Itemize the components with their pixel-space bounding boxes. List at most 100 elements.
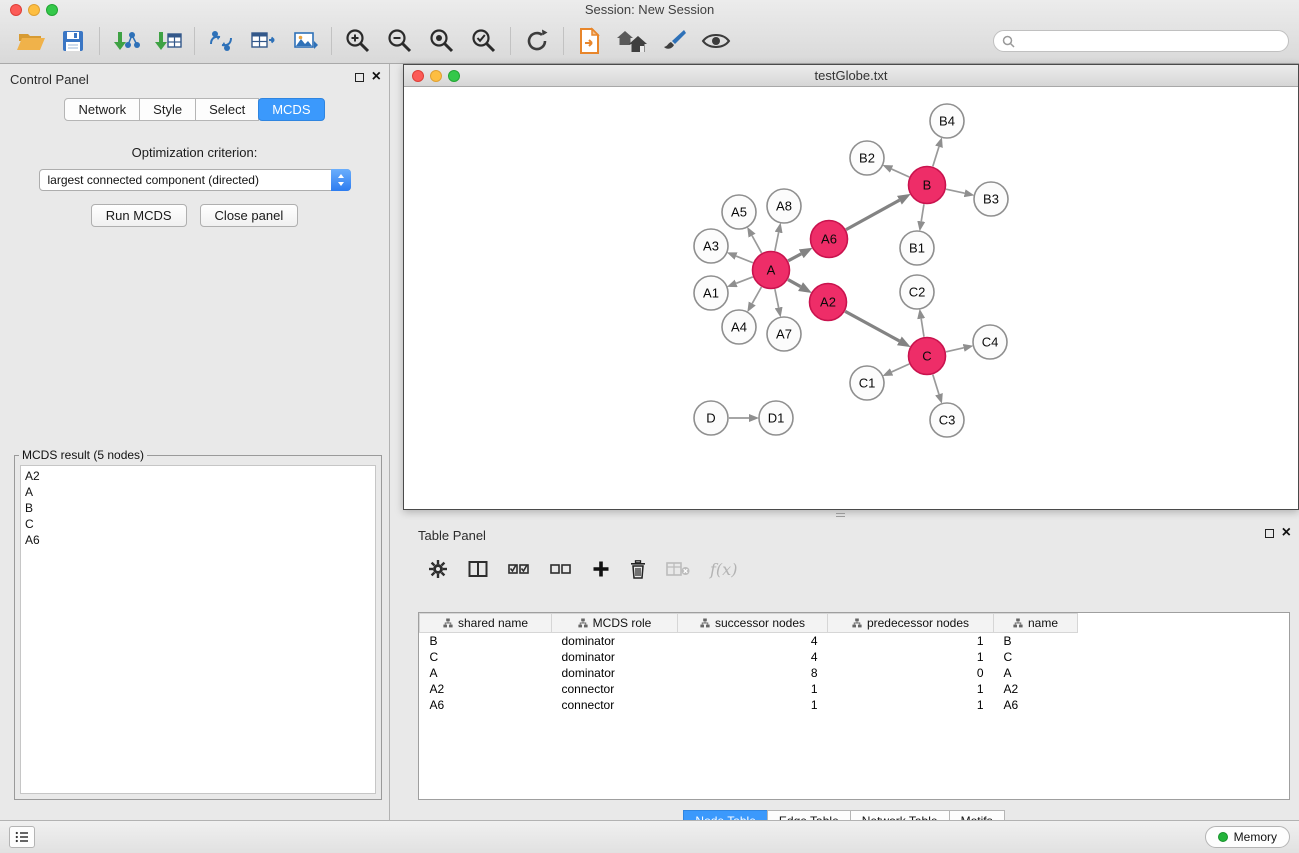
table-cell[interactable]: dominator (552, 633, 678, 649)
criterion-dropdown[interactable]: largest connected component (directed) (39, 169, 351, 191)
search-field[interactable] (993, 30, 1289, 52)
show-columns-button[interactable] (468, 560, 488, 578)
network-zoom-button[interactable] (448, 70, 460, 82)
network-svg[interactable]: B4B2BB3A5A8A6A3B1AC2A1A2A4A7C4CC1C3DD1 (404, 87, 1298, 509)
network-node-A4[interactable]: A4 (722, 310, 756, 344)
table-row[interactable]: Bdominator41B (420, 633, 1078, 649)
result-item[interactable]: C (25, 516, 371, 532)
network-edge[interactable] (775, 289, 779, 307)
first-neighbors-button[interactable] (611, 23, 653, 59)
table-settings-button[interactable] (428, 559, 448, 579)
result-item[interactable]: A6 (25, 532, 371, 548)
table-cell[interactable]: 8 (678, 665, 828, 681)
network-node-C3[interactable]: C3 (930, 403, 964, 437)
table-cell[interactable]: 4 (678, 633, 828, 649)
table-cell[interactable]: 1 (828, 681, 994, 697)
zoom-selected-button[interactable] (463, 23, 505, 59)
table-cell[interactable]: C (994, 649, 1078, 665)
network-node-D1[interactable]: D1 (759, 401, 793, 435)
network-view-window[interactable]: testGlobe.txt B4B2BB3A5A8A6A3B1AC2A1A2A4… (403, 64, 1299, 510)
network-node-B4[interactable]: B4 (930, 104, 964, 138)
network-node-C1[interactable]: C1 (850, 366, 884, 400)
import-network-file-button[interactable] (105, 23, 147, 59)
table-cell[interactable]: connector (552, 697, 678, 713)
create-column-button[interactable] (592, 560, 610, 578)
tab-select[interactable]: Select (195, 98, 259, 121)
deselect-all-rows-button[interactable] (550, 562, 572, 576)
minimize-window-button[interactable] (28, 4, 40, 16)
run-mcds-button[interactable]: Run MCDS (91, 204, 187, 227)
network-node-C2[interactable]: C2 (900, 275, 934, 309)
network-node-A5[interactable]: A5 (722, 195, 756, 229)
table-cell[interactable]: 4 (678, 649, 828, 665)
network-edge[interactable] (933, 375, 939, 395)
network-edge[interactable] (788, 254, 801, 261)
export-image-button[interactable] (284, 23, 326, 59)
column-header[interactable]: name (994, 614, 1078, 633)
annotation-brush-button[interactable] (653, 23, 695, 59)
zoom-in-button[interactable] (337, 23, 379, 59)
network-node-A8[interactable]: A8 (767, 189, 801, 223)
network-node-A3[interactable]: A3 (694, 229, 728, 263)
table-cell[interactable]: dominator (552, 649, 678, 665)
mcds-result-list[interactable]: A2ABCA6 (20, 465, 376, 794)
table-cell[interactable]: 1 (828, 697, 994, 713)
table-cell[interactable]: 1 (828, 633, 994, 649)
document-export-button[interactable] (569, 23, 611, 59)
table-cell[interactable]: B (420, 633, 552, 649)
network-edge[interactable] (752, 236, 762, 253)
column-header[interactable]: shared name (420, 614, 552, 633)
column-header[interactable]: predecessor nodes (828, 614, 994, 633)
network-edge[interactable] (752, 287, 761, 303)
network-node-C[interactable]: C (909, 338, 946, 375)
zoom-window-button[interactable] (46, 4, 58, 16)
table-cell[interactable]: 1 (828, 649, 994, 665)
tab-mcds[interactable]: MCDS (258, 98, 324, 121)
network-minimize-button[interactable] (430, 70, 442, 82)
network-node-A2[interactable]: A2 (810, 284, 847, 321)
table-cell[interactable]: 1 (678, 697, 828, 713)
show-hide-graphics-button[interactable] (695, 23, 737, 59)
network-node-A6[interactable]: A6 (811, 221, 848, 258)
close-panel-button[interactable]: Close panel (200, 204, 299, 227)
network-edge[interactable] (736, 256, 753, 263)
network-node-A[interactable]: A (753, 252, 790, 289)
result-item[interactable]: A2 (25, 468, 371, 484)
table-cell[interactable]: B (994, 633, 1078, 649)
network-edge[interactable] (946, 189, 965, 193)
network-edge[interactable] (736, 277, 753, 283)
close-table-panel-icon[interactable]: × (1282, 528, 1291, 538)
network-node-C4[interactable]: C4 (973, 325, 1007, 359)
table-cell[interactable]: A6 (994, 697, 1078, 713)
result-item[interactable]: B (25, 500, 371, 516)
network-node-B2[interactable]: B2 (850, 141, 884, 175)
table-cell[interactable]: A (420, 665, 552, 681)
save-session-button[interactable] (52, 23, 94, 59)
network-edge[interactable] (892, 169, 910, 177)
network-edge[interactable] (933, 147, 939, 167)
network-edge[interactable] (892, 364, 910, 372)
tab-style[interactable]: Style (139, 98, 196, 121)
close-panel-icon[interactable]: × (372, 72, 381, 82)
close-window-button[interactable] (10, 4, 22, 16)
import-table-file-button[interactable] (147, 23, 189, 59)
table-cell[interactable]: A2 (994, 681, 1078, 697)
network-node-D[interactable]: D (694, 401, 728, 435)
export-network-button[interactable] (200, 23, 242, 59)
table-cell[interactable]: dominator (552, 665, 678, 681)
network-node-A1[interactable]: A1 (694, 276, 728, 310)
network-edge[interactable] (846, 200, 899, 229)
network-node-A7[interactable]: A7 (767, 317, 801, 351)
delete-column-button[interactable] (630, 560, 646, 579)
search-input[interactable] (1019, 32, 1288, 50)
network-node-B3[interactable]: B3 (974, 182, 1008, 216)
network-edge[interactable] (845, 311, 899, 341)
select-all-rows-button[interactable] (508, 562, 530, 576)
zoom-out-button[interactable] (379, 23, 421, 59)
table-cell[interactable]: 1 (678, 681, 828, 697)
result-item[interactable]: A (25, 484, 371, 500)
table-cell[interactable]: A (994, 665, 1078, 681)
network-close-button[interactable] (412, 70, 424, 82)
network-edge[interactable] (946, 348, 964, 352)
network-edge[interactable] (775, 232, 779, 250)
